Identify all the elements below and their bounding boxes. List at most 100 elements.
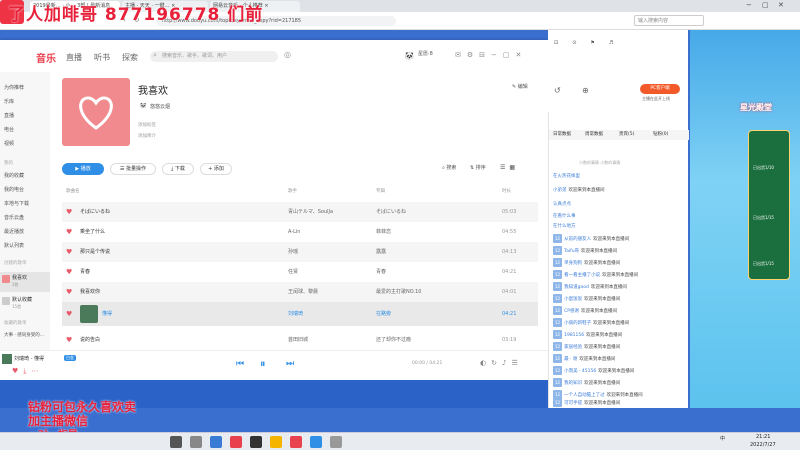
sidebar-item-default-list[interactable]: 默认列表 [4,242,24,249]
sidebar-item-liked[interactable]: 我喜欢 3首 [0,272,50,292]
song-album[interactable]: 在路旁 [376,302,391,326]
liked-heart-icon[interactable]: ♥ [66,330,72,350]
sidebar-item-myradio[interactable]: 我的电台 [4,186,24,193]
subtab-fans[interactable]: 钻粉(0) [653,130,668,140]
song-artist[interactable]: 青山テルマ、SoulJa [288,202,333,222]
song-album[interactable]: 最爱的主打歌NO.10 [376,282,421,302]
song-album[interactable]: そばにいるね [376,202,406,222]
player-actions-icon[interactable]: ♥⤓⋯ [12,367,43,376]
chat-user[interactable]: CP感谢 [564,309,579,314]
table-row[interactable]: ♥ そばにいるね 青山テルマ、SoulJa そばにいるね 05:03 [62,202,538,222]
batch-button[interactable]: ☰ 批量操作 [110,163,156,175]
liked-heart-icon[interactable]: ♥ [66,302,72,326]
app-icon[interactable] [270,436,282,448]
song-album[interactable]: 露露 [376,242,386,262]
download-button[interactable]: ⤓ 下载 [162,163,194,175]
song-artist[interactable]: 王闰球、黎晨 [288,282,318,302]
table-row[interactable]: ♥ 说的告白 首田旧城 还了却你不过瘾 03:19 [62,330,538,350]
chat-user[interactable]: Taifu哥 [564,249,579,254]
now-playing-title[interactable]: 刘瑞琦 - 懂得 [14,355,44,362]
table-row-playing[interactable]: ♥ 懂得 刘瑞琦 在路旁 04:21 [62,302,538,326]
search-taskbar-icon[interactable] [190,436,202,448]
chat-user[interactable]: 可可手提 [564,401,582,406]
song-artist[interactable]: 刘瑞琦 [288,302,303,326]
liked-heart-icon[interactable]: ♥ [66,262,72,282]
prev-track-icon[interactable]: ⏮ [236,359,244,369]
chat-user[interactable]: 小而美 · 45156 [564,369,596,374]
song-artist[interactable]: 任贤 [288,262,298,282]
sidebar-item-radio[interactable]: 电台 [4,126,14,133]
window-maximize-icon[interactable]: ▢ [762,1,769,9]
song-artist[interactable]: A-Lin [288,222,300,242]
chat-user[interactable]: 从前的朋友人 [564,237,591,242]
chat-user[interactable]: 最 · 谢 [564,357,577,362]
table-row[interactable]: ♥ 乘坐了什么 A-Lin 菲菲恋 04:55 [62,222,538,242]
clock-date[interactable]: 2022/7/27 [750,442,776,448]
add-tags-link[interactable]: 添加标签 [138,122,156,128]
table-row[interactable]: ♥ 青春 任贤 青春 04:21 [62,262,538,282]
stream-tool-icons[interactable]: ⊡⊙⚑♬ [554,40,627,46]
sidebar-item-default-fav[interactable]: 默认收藏 15首 [0,294,50,314]
song-album[interactable]: 菲菲恋 [376,222,391,242]
sidebar-item-local[interactable]: 本地与下载 [4,200,29,207]
nav-live-tab[interactable]: 直播 [66,52,82,63]
chat-user[interactable]: 家居经验 [564,345,582,350]
chat-user[interactable]: 我知道good [564,285,589,290]
player-extra-icons[interactable]: ◐↻♪☰ [480,359,523,367]
chat-user[interactable]: 看一看主播了小说 [564,273,600,278]
app-icon[interactable] [290,436,302,448]
nav-audiobook-tab[interactable]: 听书 [94,52,110,63]
app-icon[interactable] [210,436,222,448]
app-icon[interactable] [330,436,342,448]
sidebar-item-recommend[interactable]: 为你推荐 [4,84,24,91]
play-all-button[interactable]: ▶ 播放 [62,163,104,175]
table-row[interactable]: ♥ 那只是个传说 孙瑶 露露 04:13 [62,242,538,262]
sort-button[interactable]: ⇅ 排序 [470,164,486,171]
sidebar-item-recent[interactable]: 最近播放 [4,228,24,235]
subtab-daily[interactable]: 日常数据 [553,130,571,140]
chat-user[interactable]: 我的知识 [564,381,582,386]
liked-heart-icon[interactable]: ♥ [66,222,72,242]
window-close-icon[interactable]: ✕ [778,1,784,9]
chat-user[interactable]: 在看什么事 [553,214,576,219]
window-controls-icon[interactable]: ✉⚙⊟−▢✕ [455,51,527,59]
nav-explore-tab[interactable]: 探索 [122,52,138,63]
chat-user[interactable]: 小弟弟 [553,188,567,193]
app-icon[interactable] [250,436,262,448]
table-row[interactable]: ♥ 我喜欢你 王闰球、黎晨 最爱的主打歌NO.10 04:01 [62,282,538,302]
add-button[interactable]: + 添加 [200,163,232,175]
more-icon[interactable]: ⊕ [582,86,589,95]
song-artist[interactable]: 孙瑶 [288,242,298,262]
chrome-icon[interactable] [230,436,242,448]
chat-user[interactable]: 在什么地方 [553,224,576,229]
nav-music-tab[interactable]: 音乐 [36,50,56,65]
gift-card[interactable]: 已出货1/10 已出货1/15 已出货1/15 [748,130,790,280]
subtab-weekly[interactable]: 周常数据 [585,130,603,140]
pc-client-button[interactable]: PC客户端 [640,84,680,94]
add-desc-link[interactable]: 添加简介 [138,133,156,139]
ime-indicator[interactable]: 中 [720,435,725,442]
music-search-input[interactable]: 搜索音乐、歌手、歌词、用户 [150,51,278,62]
chat-user[interactable]: 单身狗狗 [564,261,582,266]
next-track-icon[interactable]: ⏭ [286,359,294,369]
song-album[interactable]: 还了却你不过瘾 [376,330,411,350]
pause-icon[interactable]: ⏸ [260,357,266,371]
browser-search-input[interactable]: 输入搜索内容 [634,15,704,26]
voice-search-icon[interactable]: ◎ [284,50,291,59]
sidebar-item-cloud[interactable]: 音乐云盘 [4,214,24,221]
start-icon[interactable] [170,436,182,448]
liked-heart-icon[interactable]: ♥ [66,202,72,222]
back-stream-icon[interactable]: ↺ [554,86,561,95]
song-artist[interactable]: 首田旧城 [288,330,308,350]
edit-button[interactable]: ✎ 编辑 [512,83,528,90]
liked-heart-icon[interactable]: ♥ [66,282,72,302]
user-name[interactable]: 星愿·8 [418,50,433,57]
app-icon[interactable] [310,436,322,448]
chat-user[interactable]: 小丽的新鞋子 [564,321,591,326]
sidebar-item-favorites[interactable]: 我的收藏 [4,172,24,179]
song-album[interactable]: 青春 [376,262,386,282]
view-toggle-icon[interactable]: ☰▦ [500,164,519,171]
chat-user[interactable]: 1981156 [564,333,584,338]
playlist-search-button[interactable]: ⌕ 搜索 [442,164,456,171]
chat-user[interactable]: 小蛋饭饭 [564,297,582,302]
